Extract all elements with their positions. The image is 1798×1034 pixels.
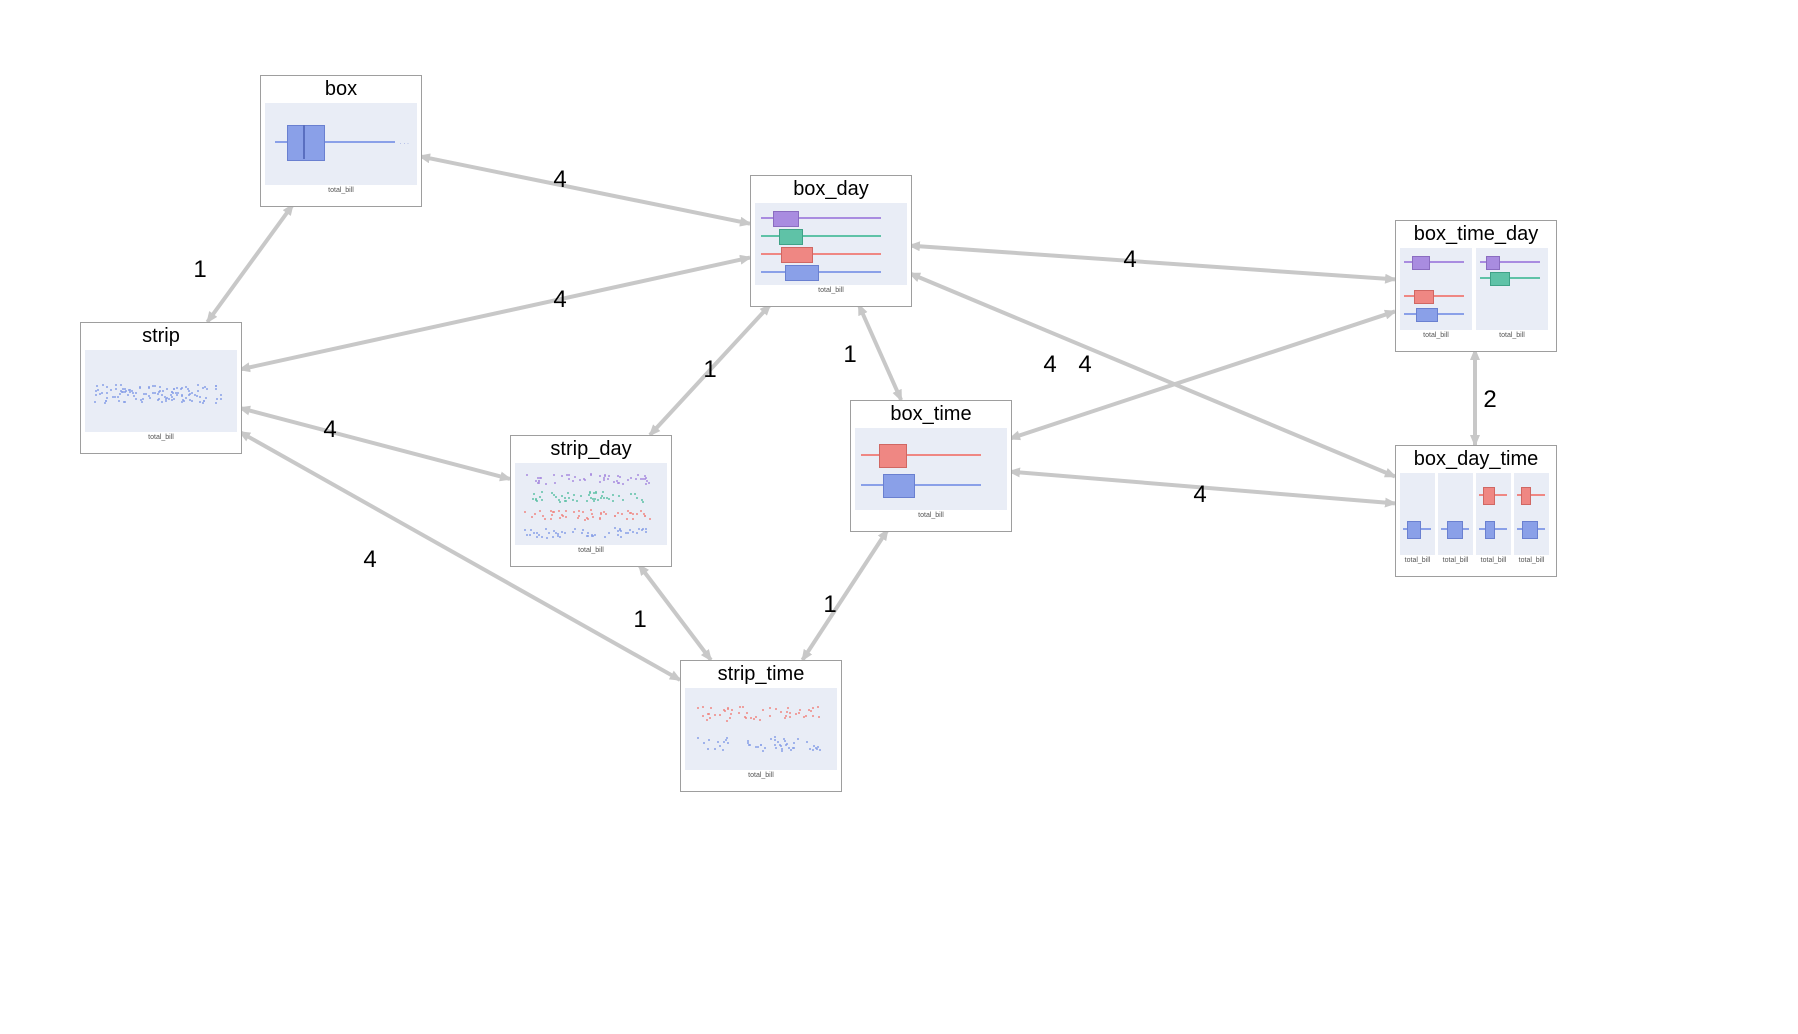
node-box-time-thumb — [855, 428, 1007, 510]
node-box-day-time: box_day_time total_bill total_bill total… — [1395, 445, 1557, 577]
node-strip-title: strip — [81, 323, 241, 350]
edge-label-box_day-box_time: 1 — [843, 341, 856, 369]
node-strip-thumb — [85, 350, 237, 432]
edge-label-box_time-box_time_day: 4 — [1078, 351, 1091, 379]
edge-box-box_day — [420, 156, 750, 223]
node-box-title: box — [261, 76, 421, 103]
edge-label-box_day-box_day_time: 4 — [1043, 351, 1056, 379]
node-strip-day: strip_day total_bill — [510, 435, 672, 567]
node-box-day-time-title: box_day_time — [1396, 446, 1556, 473]
node-strip-time-title: strip_time — [681, 661, 841, 688]
edge-label-box_day-strip_day: 1 — [703, 356, 716, 384]
node-strip-day-xlabel: total_bill — [511, 545, 671, 554]
node-strip-xlabel: total_bill — [81, 432, 241, 441]
edge-label-box_time_day-box_day_time: 2 — [1483, 386, 1496, 414]
node-box-day-title: box_day — [751, 176, 911, 203]
node-box-day-xlabel: total_bill — [751, 285, 911, 294]
edge-box_time-strip_time — [803, 530, 888, 660]
edge-label-strip_day-strip_time: 1 — [633, 606, 646, 634]
edge-label-box_time-box_day_time: 4 — [1193, 481, 1206, 509]
edge-box_day-box_time — [859, 305, 901, 400]
edge-label-box_day-box_time_day: 4 — [1123, 246, 1136, 274]
node-box-time-day-title: box_time_day — [1396, 221, 1556, 248]
node-box-time-day: box_time_day total_bill total_bill — [1395, 220, 1557, 352]
edge-label-strip-box_day: 4 — [553, 286, 566, 314]
node-strip-time-thumb — [685, 688, 837, 770]
edge-label-box-box_day: 4 — [553, 166, 566, 194]
node-box-day: box_day total_bill — [750, 175, 912, 307]
node-strip-day-title: strip_day — [511, 436, 671, 463]
edge-label-box-strip: 1 — [193, 256, 206, 284]
node-strip: strip total_bill — [80, 322, 242, 454]
edge-strip-strip_day — [240, 408, 510, 479]
edge-strip-box_day — [240, 258, 750, 370]
node-box-xlabel: total_bill — [261, 185, 421, 194]
node-box-time-title: box_time — [851, 401, 1011, 428]
node-box-thumb: · · · — [265, 103, 417, 185]
edge-label-strip-strip_time: 4 — [363, 546, 376, 574]
edge-box-strip — [207, 205, 292, 322]
edge-box_day-box_time_day — [910, 246, 1395, 280]
node-box-time-xlabel: total_bill — [851, 510, 1011, 519]
node-strip-time: strip_time total_bill — [680, 660, 842, 792]
edge-label-box_time-strip_time: 1 — [823, 591, 836, 619]
edge-box_time-box_time_day — [1010, 311, 1395, 438]
node-box-time: box_time total_bill — [850, 400, 1012, 532]
node-box: box · · · total_bill — [260, 75, 422, 207]
edge-label-strip-strip_day: 4 — [323, 416, 336, 444]
node-box-day-thumb — [755, 203, 907, 285]
node-strip-day-thumb — [515, 463, 667, 545]
node-strip-time-xlabel: total_bill — [681, 770, 841, 779]
edge-strip_day-strip_time — [639, 565, 711, 660]
